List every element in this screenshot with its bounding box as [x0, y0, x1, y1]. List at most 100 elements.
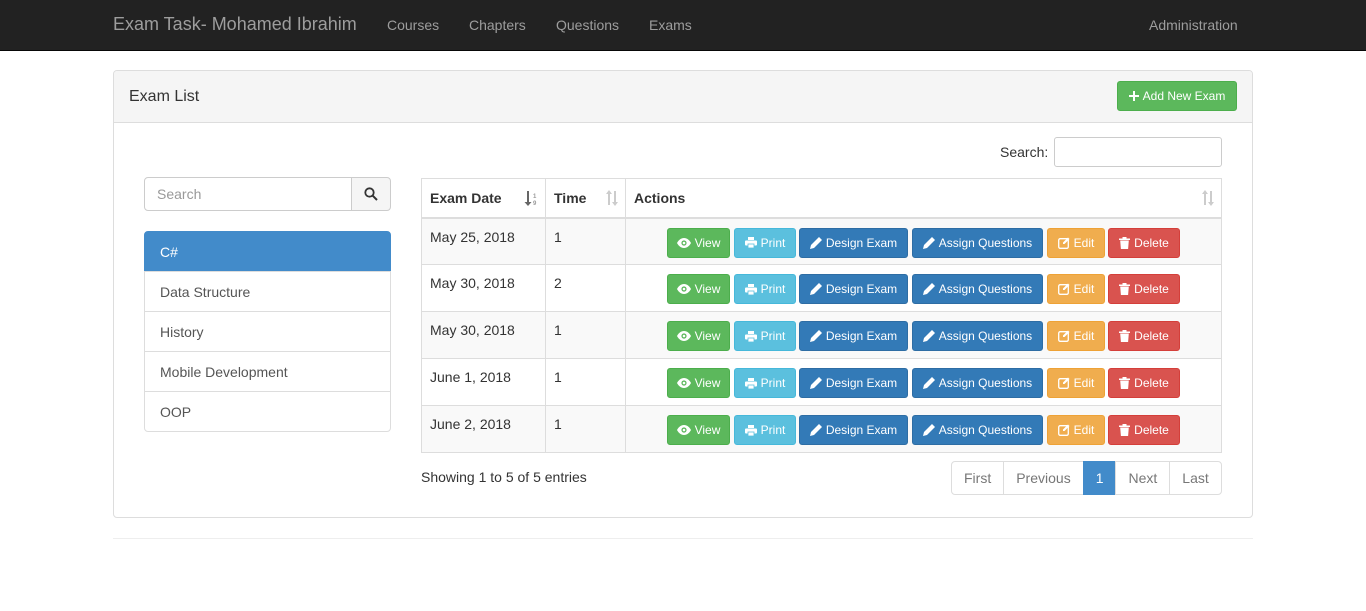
actions-cell: View Print Design Exam Assign Questions Edit…: [625, 311, 1222, 359]
view-label: View: [694, 423, 721, 437]
edit-label: Edit: [1073, 235, 1095, 250]
nav-courses[interactable]: Courses: [387, 17, 439, 33]
pencil-icon: [809, 330, 822, 342]
design-exam-label: Design Exam: [825, 329, 898, 343]
table-row: May 30, 2018 2 View Print Design Exam Assign …: [421, 264, 1222, 312]
nav-exams[interactable]: Exams: [649, 17, 692, 33]
exam-date-cell: May 30, 2018: [421, 264, 546, 312]
view-button[interactable]: View: [667, 368, 730, 398]
eye-icon: [676, 237, 691, 248]
edit-button[interactable]: Edit: [1047, 227, 1105, 258]
course-search-group: [144, 177, 391, 211]
assign-questions-button[interactable]: Assign Questions: [912, 274, 1043, 304]
page-last[interactable]: Last: [1169, 461, 1222, 495]
course-item-data-structure[interactable]: Data Structure: [144, 271, 391, 312]
course-list: C# Data Structure History Mobile Develop…: [144, 231, 391, 432]
table-search-label: Search:: [1000, 144, 1049, 160]
design-exam-label: Design Exam: [825, 282, 898, 296]
print-button[interactable]: Print: [734, 415, 796, 445]
page-next[interactable]: Next: [1115, 461, 1171, 495]
trash-icon: [1119, 236, 1131, 249]
edit-button[interactable]: Edit: [1047, 274, 1105, 304]
page-current[interactable]: 1: [1082, 461, 1117, 495]
nav-questions[interactable]: Questions: [556, 17, 619, 33]
view-button[interactable]: View: [667, 415, 730, 445]
exam-time-cell: 1: [545, 217, 626, 265]
course-item-history[interactable]: History: [144, 311, 391, 352]
actions-cell: View Print Design Exam Assign Questions Edit…: [625, 358, 1222, 406]
print-icon: [744, 283, 757, 295]
table-row: June 2, 2018 1 View Print Design Exam Assign …: [421, 405, 1222, 453]
pencil-icon: [922, 283, 935, 295]
design-exam-button[interactable]: Design Exam: [799, 321, 908, 351]
design-exam-label: Design Exam: [825, 423, 898, 437]
exam-time-cell: 2: [545, 264, 626, 312]
view-button[interactable]: View: [667, 274, 730, 304]
course-item-csharp[interactable]: C#: [144, 231, 391, 272]
delete-button[interactable]: Delete: [1108, 227, 1180, 258]
print-button[interactable]: Print: [734, 274, 796, 304]
print-button[interactable]: Print: [734, 227, 796, 258]
plus-icon: [1128, 91, 1139, 101]
table-info: Showing 1 to 5 of 5 entries: [421, 469, 587, 485]
header-time[interactable]: Time: [545, 178, 626, 219]
nav-chapters[interactable]: Chapters: [469, 17, 526, 33]
course-search-input[interactable]: [144, 177, 352, 211]
course-item-oop[interactable]: OOP: [144, 391, 391, 432]
assign-questions-button[interactable]: Assign Questions: [912, 321, 1043, 351]
nav-administration[interactable]: Administration: [1149, 17, 1238, 33]
course-search-button[interactable]: [351, 177, 391, 211]
delete-button[interactable]: Delete: [1108, 321, 1180, 351]
course-item-mobile-development[interactable]: Mobile Development: [144, 351, 391, 392]
design-exam-button[interactable]: Design Exam: [799, 368, 908, 398]
print-label: Print: [760, 282, 786, 296]
print-button[interactable]: Print: [734, 368, 796, 398]
pagination: First Previous 1 Next Last: [951, 461, 1222, 495]
pencil-icon: [809, 283, 822, 295]
design-exam-button[interactable]: Design Exam: [799, 415, 908, 445]
assign-questions-label: Assign Questions: [938, 329, 1033, 343]
add-new-exam-button[interactable]: Add New Exam: [1117, 81, 1237, 111]
pencil-icon: [922, 424, 935, 436]
edit-icon: [1057, 283, 1070, 295]
print-button[interactable]: Print: [734, 321, 796, 351]
print-label: Print: [760, 376, 786, 390]
trash-icon: [1119, 283, 1131, 295]
eye-icon: [676, 331, 691, 341]
trash-icon: [1119, 330, 1131, 342]
delete-button[interactable]: Delete: [1108, 415, 1180, 445]
edit-icon: [1057, 237, 1070, 249]
sort-icon: [1202, 190, 1214, 206]
header-exam-date[interactable]: Exam Date 1 9: [421, 178, 546, 219]
table-search-input[interactable]: [1054, 137, 1222, 167]
actions-cell: View Print Design Exam Assign Questions Edit…: [625, 264, 1222, 312]
view-label: View: [694, 235, 721, 250]
edit-icon: [1057, 424, 1070, 436]
pencil-icon: [922, 330, 935, 342]
page-previous[interactable]: Previous: [1003, 461, 1084, 495]
view-button[interactable]: View: [667, 321, 730, 351]
assign-questions-button[interactable]: Assign Questions: [912, 368, 1043, 398]
assign-questions-button[interactable]: Assign Questions: [912, 415, 1043, 445]
table-row: May 30, 2018 1 View Print Design Exam Assign …: [421, 311, 1222, 359]
delete-button[interactable]: Delete: [1108, 274, 1180, 304]
exam-date-cell: May 25, 2018: [421, 217, 546, 265]
header-time-label: Time: [554, 189, 587, 206]
assign-questions-label: Assign Questions: [938, 376, 1033, 390]
design-exam-button[interactable]: Design Exam: [799, 227, 908, 258]
edit-button[interactable]: Edit: [1047, 368, 1105, 398]
assign-questions-label: Assign Questions: [938, 282, 1033, 296]
header-actions[interactable]: Actions: [625, 178, 1222, 219]
page-first[interactable]: First: [951, 461, 1005, 495]
print-label: Print: [760, 329, 786, 343]
panel-title: Exam List: [129, 88, 200, 105]
brand-link[interactable]: Exam Task- Mohamed Ibrahim: [113, 14, 357, 35]
assign-questions-button[interactable]: Assign Questions: [912, 227, 1043, 258]
footer-divider: [113, 538, 1253, 539]
edit-button[interactable]: Edit: [1047, 321, 1105, 351]
exam-date-cell: June 2, 2018: [421, 405, 546, 453]
view-button[interactable]: View: [667, 227, 730, 258]
design-exam-button[interactable]: Design Exam: [799, 274, 908, 304]
delete-button[interactable]: Delete: [1108, 368, 1180, 398]
edit-button[interactable]: Edit: [1047, 415, 1105, 445]
